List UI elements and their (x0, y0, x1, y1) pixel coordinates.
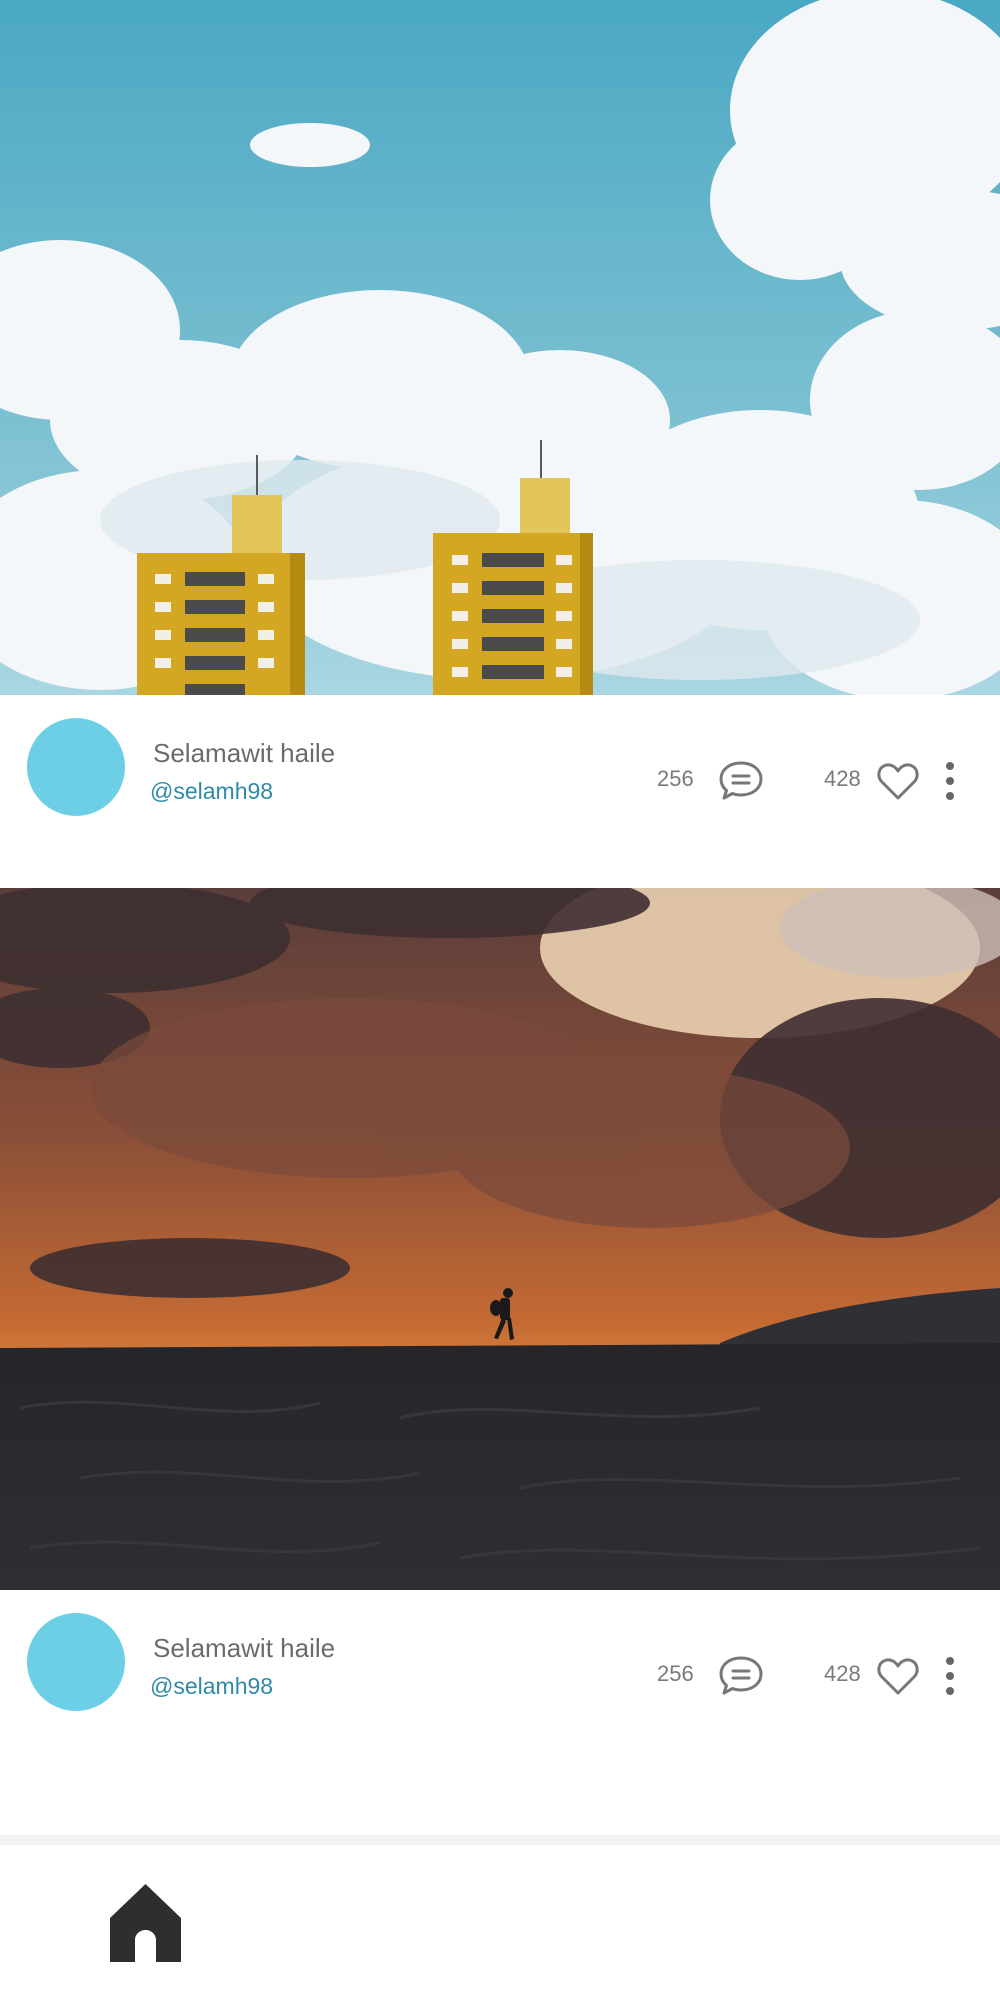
comment-icon[interactable] (718, 760, 764, 802)
comment-icon[interactable] (718, 1655, 764, 1697)
heart-icon[interactable] (876, 1656, 920, 1696)
user-handle[interactable]: @selamh98 (150, 778, 273, 805)
post-image-sunset-hiker-graphic (0, 888, 1000, 1590)
comment-count: 256 (657, 766, 694, 791)
avatar[interactable] (27, 718, 125, 816)
more-vertical-icon[interactable] (938, 1653, 962, 1699)
post-image-towers[interactable] (0, 0, 1000, 695)
comment-count: 256 (657, 1661, 694, 1686)
like-count: 428 (824, 766, 861, 791)
post-meta-2: Selamawit haile @selamh98 256 428 (0, 1605, 1000, 1725)
home-icon[interactable] (108, 1882, 183, 1964)
bottom-nav-divider (0, 1835, 1000, 1845)
post-meta-1: Selamawit haile @selamh98 256 428 (0, 710, 1000, 830)
post-image-sunset-hiker[interactable] (0, 888, 1000, 1590)
bottom-nav (0, 1845, 1000, 2000)
more-vertical-icon[interactable] (938, 758, 962, 804)
user-name[interactable]: Selamawit haile (153, 1633, 335, 1664)
avatar[interactable] (27, 1613, 125, 1711)
like-count: 428 (824, 1661, 861, 1686)
user-handle[interactable]: @selamh98 (150, 1673, 273, 1700)
post-image-towers-graphic (0, 0, 1000, 695)
heart-icon[interactable] (876, 761, 920, 801)
user-name[interactable]: Selamawit haile (153, 738, 335, 769)
